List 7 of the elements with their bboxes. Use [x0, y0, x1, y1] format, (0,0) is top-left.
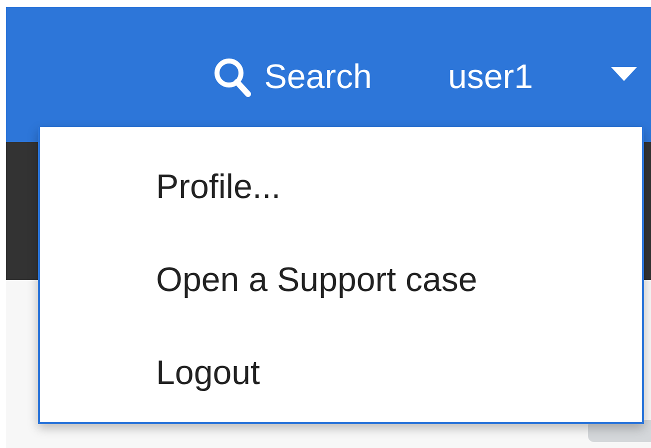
menu-item[interactable]: Open a Support case	[40, 246, 642, 315]
search-button[interactable]: Search	[212, 55, 372, 99]
search-icon	[212, 56, 252, 98]
user-menu-button[interactable]: user1	[448, 55, 533, 99]
caret-icon[interactable]	[611, 67, 637, 81]
menu-item[interactable]: Logout	[40, 338, 642, 408]
menu-item[interactable]: Profile...	[40, 153, 642, 222]
